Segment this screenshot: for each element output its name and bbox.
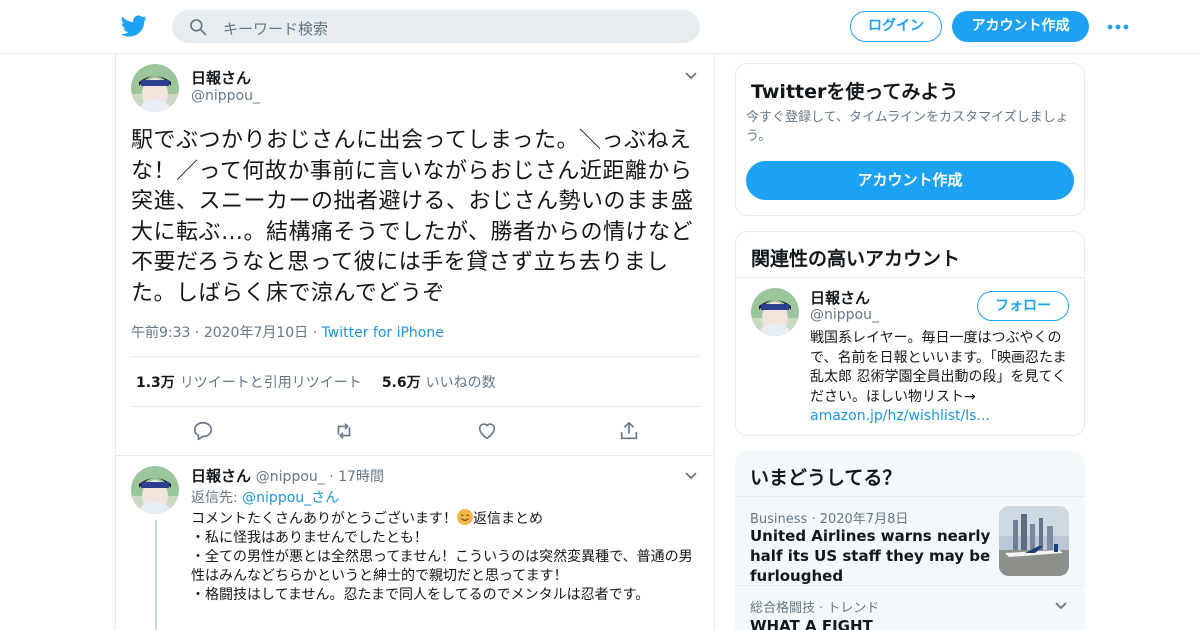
related-card-title: 関連性の高いアカウント [751,248,961,270]
tweet-timestamp: 午前9:33 · 2020年7月10日 · Twitter for iPhone [131,325,444,341]
signup-card-title: Twitterを使ってみよう [751,81,959,103]
reply-to-suffix: さん [311,490,340,506]
search-input[interactable]: キーワード検索 [223,18,328,39]
divider [131,406,700,407]
bio-wishlist-link[interactable]: amazon.jp/hz/wishlist/ls... [810,408,990,424]
reply-text: コメントたくさんありがとうございます！ 返信まとめ ・私に怪我はありませんでしたと… [191,509,701,605]
tweet-text: 駅でぶつかりおじさんに出会ってしまった。＼っぶねえな！／って何故か事前に言いなが… [131,128,694,306]
author-name[interactable]: 日報さん [191,67,251,88]
avatar-image [751,288,799,336]
reply-header: 日報さん @nippou_ · 17時間 [191,467,384,485]
tweet-time[interactable]: 午前9:33 [131,325,190,341]
share-icon[interactable] [618,420,640,442]
reply-age[interactable]: 17時間 [338,469,384,485]
trends-card-title: いまどうしてる？ [750,467,902,489]
signup-card-button[interactable]: アカウント作成 [746,161,1074,200]
retweets-count: 1.3万 [136,375,175,391]
divider [736,277,1084,278]
reply-author-avatar[interactable] [131,466,179,514]
thread-connector-line [155,520,157,630]
author-avatar[interactable] [131,64,179,112]
search-box[interactable]: キーワード検索 [172,10,700,43]
retweets-label: リツイートと引用リツイート [179,375,362,391]
chevron-down-icon[interactable] [1054,601,1068,611]
trend-item-title[interactable]: United Airlines warns nearly half its US… [750,526,995,586]
airplane-city-photo [999,506,1069,576]
twitter-bird-logo-icon[interactable] [120,13,148,39]
reply-to-line: 返信先: @nippou_さん [191,487,339,507]
retweets-stat[interactable]: 1.3万 リツイートと引用リツイート [136,375,362,391]
divider [116,455,714,456]
reply-icon[interactable] [192,420,214,442]
author-handle[interactable]: @nippou_ [191,88,260,104]
related-accounts-card: 関連性の高いアカウント 日報さん @nippou_ フォロー 戦国系レイヤー。毎… [735,231,1085,436]
avatar-image [131,466,179,514]
related-account-bio: 戦国系レイヤー。毎日一度はつぶやくので、名前を日報といいます。「映画忍たま乱太郎… [810,329,1072,427]
divider [131,356,700,357]
chevron-down-icon[interactable] [684,471,698,481]
smiling-face-emoji-icon [457,509,473,525]
trend-item-meta: Business · 2020年7月8日 [750,512,909,527]
search-icon [190,19,207,36]
reply-line-1: コメントたくさんありがとうございます！ [191,511,457,527]
like-heart-icon[interactable] [476,420,498,442]
tweet-column: 日報さん @nippou_ 駅でぶつかりおじさんに出会ってしまった。＼っぶねえな… [115,54,715,630]
reply-body-lines: ・私に怪我はありませんでしたとも！ ・全ての男性が悪とは全然思ってません！こうい… [191,530,693,603]
chevron-down-icon[interactable] [684,71,698,81]
divider [735,496,1085,497]
bio-text: 戦国系レイヤー。毎日一度はつぶやくので、名前を日報といいます。「映画忍たま乱太郎… [810,330,1067,405]
top-navigation-bar: キーワード検索 ログイン アカウント作成 [0,0,1200,54]
reply-line-1-end: 返信まとめ [473,511,543,527]
likes-stat[interactable]: 5.6万 いいねの数 [382,375,496,391]
related-account-handle[interactable]: @nippou_ [810,307,879,323]
trends-card: いまどうしてる？ Business · 2020年7月8日 United Air… [735,451,1085,630]
more-options-icon[interactable] [1107,24,1129,30]
tweet-source-link[interactable]: Twitter for iPhone [322,325,444,341]
likes-label: いいねの数 [425,375,496,391]
trend-item-meta: 総合格闘技 · トレンド [750,601,880,616]
follow-button[interactable]: フォロー [977,291,1069,321]
divider [735,585,1085,586]
signup-button[interactable]: アカウント作成 [952,11,1089,42]
related-account-avatar[interactable] [751,288,799,336]
avatar-image [131,64,179,112]
signup-card: Twitterを使ってみよう 今すぐ登録して、タイムラインをカスタマイズしましょ… [735,63,1085,216]
related-account-name[interactable]: 日報さん [810,287,870,308]
likes-count: 5.6万 [381,375,421,391]
reply-to-label: 返信先: [191,490,238,506]
reply-to-handle-link[interactable]: @nippou_ [242,490,311,506]
trend-thumbnail-image[interactable] [999,506,1069,576]
signup-card-subtitle: 今すぐ登録して、タイムラインをカスタマイズしましょう。 [746,110,1069,144]
reply-author-handle[interactable]: @nippou_ [256,469,325,485]
retweet-icon[interactable] [333,420,355,442]
login-button[interactable]: ログイン [850,11,942,42]
trend-item-title[interactable]: WHAT A FIGHT [750,616,995,630]
tweet-stats: 1.3万 リツイートと引用リツイート 5.6万 いいねの数 [136,372,496,392]
reply-author-name[interactable]: 日報さん [191,467,251,485]
tweet-date[interactable]: 2020年7月10日 [204,325,308,341]
